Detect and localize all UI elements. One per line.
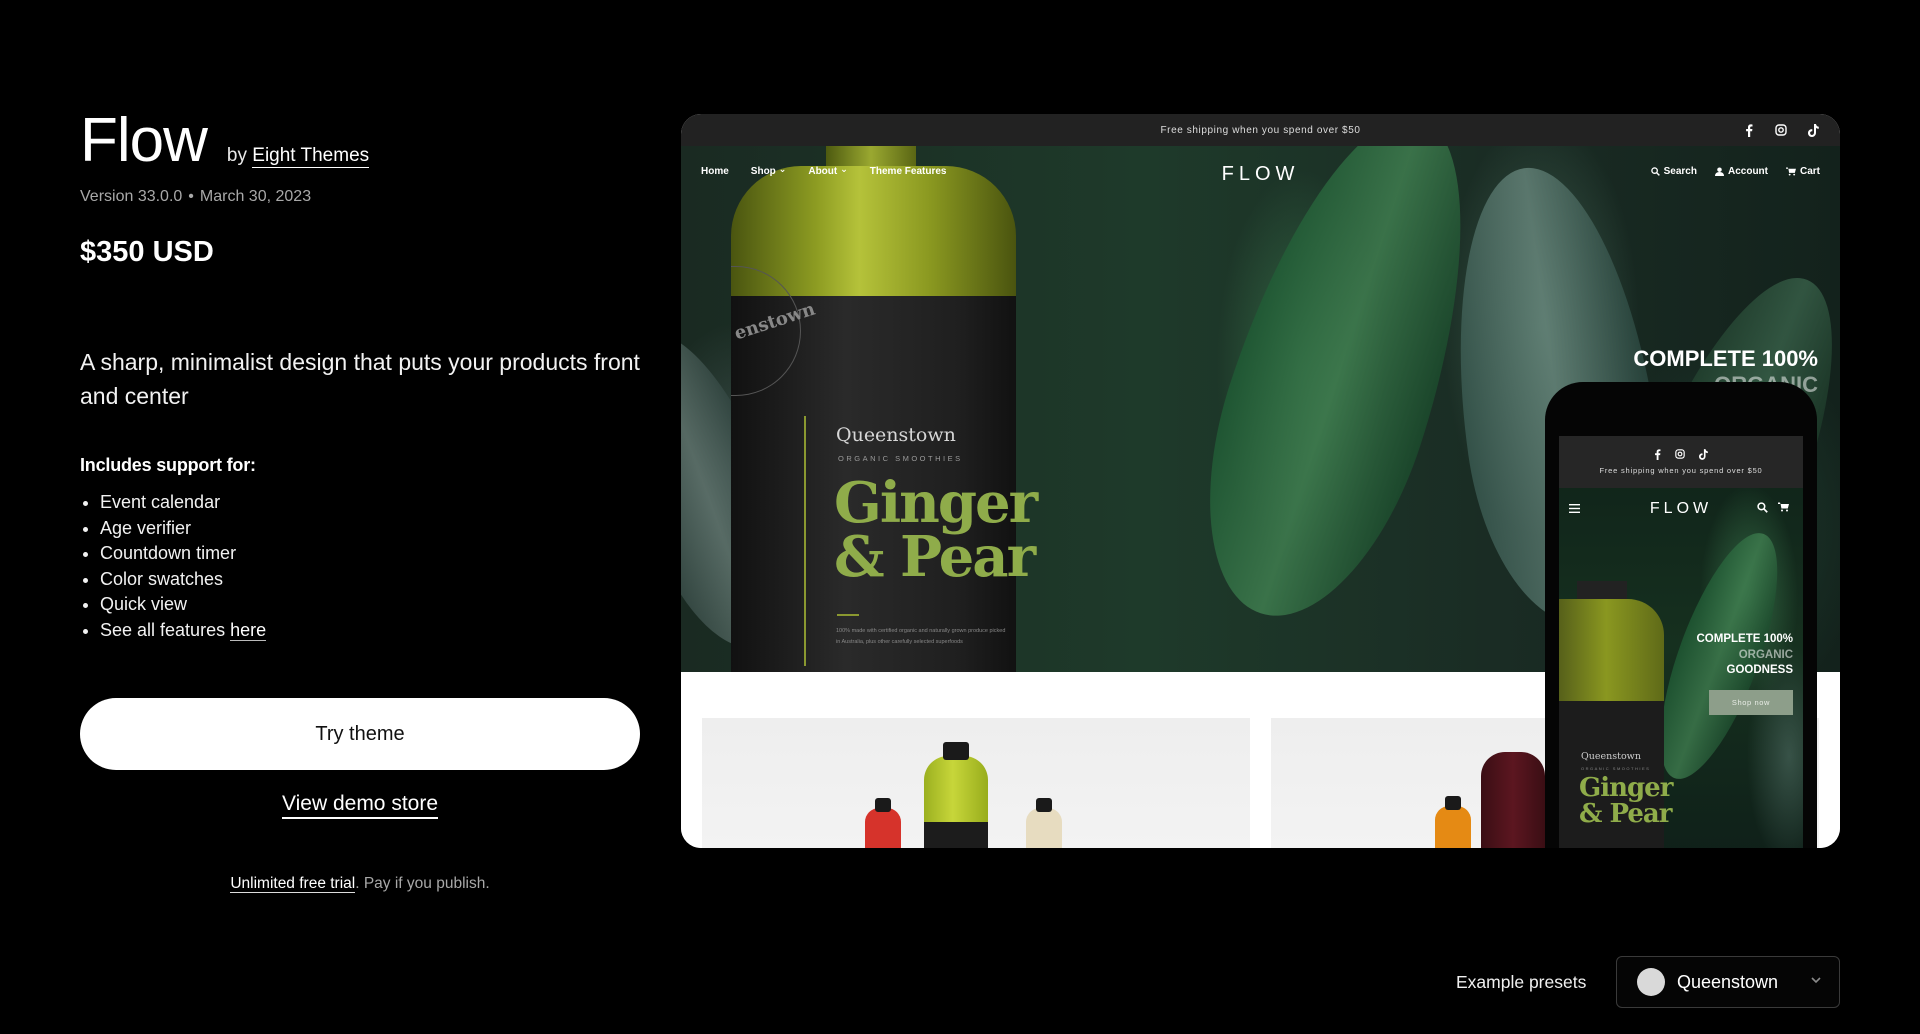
account-label: Account — [1727, 166, 1768, 177]
mobile-hero-line-2: ORGANIC — [1738, 648, 1793, 661]
feature-item-see-all: See all features here — [80, 618, 640, 644]
chevron-down-icon — [1811, 977, 1821, 984]
bottle-cap — [1577, 581, 1627, 601]
mobile-bottle-subtitle: ORGANIC SMOOTHIES — [1581, 766, 1651, 771]
preset-dropdown[interactable]: Queenstown — [1616, 956, 1840, 1008]
green-bottle-label — [924, 822, 988, 848]
cart-icon — [1786, 167, 1796, 176]
mobile-header-icons — [1757, 502, 1789, 513]
bottle-cap — [875, 798, 891, 812]
instagram-icon — [1774, 123, 1788, 137]
cart-label: Cart — [1799, 166, 1820, 177]
search-link[interactable]: Search — [1650, 166, 1697, 177]
includes-heading: Includes support for: — [80, 455, 256, 475]
mobile-social-links — [1654, 449, 1708, 460]
author-line: by Eight Themes — [226, 145, 370, 168]
theme-info: Flow by Eight Themes Version 33.0.0 • Marc… — [80, 110, 640, 643]
feature-list: Event calendar Age verifier Countdown ti… — [80, 490, 640, 643]
theme-title: Flow — [80, 106, 208, 175]
view-demo-wrapper: View demo store — [80, 792, 640, 819]
presets-label: Example presets — [1456, 972, 1587, 992]
hero-bottle-image: enstown Queenstown ORGANIC SMOOTHIES Gin… — [731, 146, 1038, 672]
trial-suffix: . Pay if you publish. — [355, 875, 490, 892]
feature-item: Event calendar — [80, 490, 640, 516]
flavor-line-2: & Pear — [1579, 799, 1672, 829]
feature-item: Color swatches — [80, 567, 640, 593]
bottle-body — [1559, 599, 1664, 709]
feature-item: Quick view — [80, 592, 640, 618]
tiktok-icon — [1806, 123, 1820, 137]
preset-selected-value: Queenstown — [1677, 971, 1779, 992]
cart-link[interactable]: Cart — [1786, 166, 1820, 177]
feature-item: Countdown timer — [80, 541, 640, 567]
release-date: March 30, 2023 — [199, 188, 312, 205]
bottle-brand: Queenstown — [836, 424, 956, 446]
bottle-flavor: Ginger & Pear — [834, 475, 1038, 585]
tiktok-icon — [1699, 449, 1708, 460]
facebook-icon — [1655, 449, 1661, 460]
mobile-preview: Free shipping when you spend over $50 FL… — [1545, 382, 1817, 848]
bottle-cap — [1445, 796, 1461, 810]
announcement-bar: Free shipping when you spend over $50 — [681, 114, 1840, 146]
mobile-announcement-bar: Free shipping when you spend over $50 — [1559, 436, 1803, 488]
title-row: Flow by Eight Themes — [80, 110, 640, 172]
cart-icon[interactable] — [1778, 502, 1789, 512]
trial-note: Unlimited free trial. Pay if you publish… — [80, 875, 640, 893]
bottle-cap — [943, 742, 969, 760]
preset-color-swatch — [1637, 968, 1665, 996]
mobile-hero-line-1: COMPLETE 100% — [1696, 633, 1794, 645]
instagram-icon — [1675, 449, 1685, 459]
mobile-hero-line-3: GOODNESS — [1726, 664, 1793, 676]
see-all-features-link[interactable]: here — [230, 619, 267, 641]
see-all-text: See all features — [100, 619, 226, 640]
shop-now-button[interactable]: Shop now — [1709, 690, 1793, 715]
bottle-subtitle: ORGANIC SMOOTHIES — [838, 454, 963, 463]
free-trial-link[interactable]: Unlimited free trial — [230, 875, 356, 893]
meta-separator: • — [188, 188, 194, 205]
price: $350 USD — [80, 236, 214, 268]
mobile-bottle-image: Queenstown ORGANIC SMOOTHIES Ginger & Pea… — [1559, 581, 1673, 848]
product-card[interactable] — [702, 718, 1250, 848]
label-dash — [837, 614, 859, 616]
tagline: A sharp, minimalist design that puts you… — [80, 349, 640, 409]
hero-line-1: COMPLETE 100% — [1633, 346, 1818, 371]
mobile-bottle-flavor: Ginger & Pear — [1579, 775, 1673, 829]
account-icon — [1714, 167, 1724, 176]
mobile-hero-headline: COMPLETE 100% ORGANIC GOODNESS — [1697, 632, 1794, 679]
account-link[interactable]: Account — [1714, 166, 1768, 177]
author-link[interactable]: Eight Themes — [252, 145, 370, 168]
red-bottle-image — [865, 808, 901, 848]
feature-item: Age verifier — [80, 516, 640, 542]
bottle-fine-print: 100% made with certified organic and nat… — [836, 628, 1006, 645]
mobile-header: FLOW — [1559, 488, 1803, 528]
search-label: Search — [1663, 166, 1697, 177]
social-links — [1742, 114, 1820, 146]
cream-bottle-image — [1026, 808, 1062, 848]
flavor-line-2: & Pear — [834, 524, 1036, 590]
facebook-icon — [1742, 123, 1756, 137]
store-utilities: Search Account Cart — [1650, 166, 1820, 177]
bottle-cap — [1036, 798, 1052, 812]
search-icon[interactable] — [1757, 502, 1768, 513]
announcement-text: Free shipping when you spend over $50 — [1160, 124, 1361, 136]
mobile-screen: Free shipping when you spend over $50 FL… — [1559, 436, 1803, 848]
mobile-bottle-brand: Queenstown — [1581, 751, 1641, 762]
orange-bottle-image — [1435, 806, 1471, 848]
version-meta: Version 33.0.0 • March 30, 2023 — [80, 188, 640, 206]
try-theme-button[interactable]: Try theme — [80, 698, 640, 770]
red-wine-bottle-image — [1481, 752, 1545, 848]
search-icon — [1650, 167, 1660, 176]
version: Version 33.0.0 — [80, 188, 183, 205]
mobile-announcement-text: Free shipping when you spend over $50 — [1599, 466, 1763, 475]
label-rule — [804, 416, 806, 666]
view-demo-store-link[interactable]: View demo store — [281, 792, 439, 819]
by-prefix: by — [226, 145, 247, 166]
